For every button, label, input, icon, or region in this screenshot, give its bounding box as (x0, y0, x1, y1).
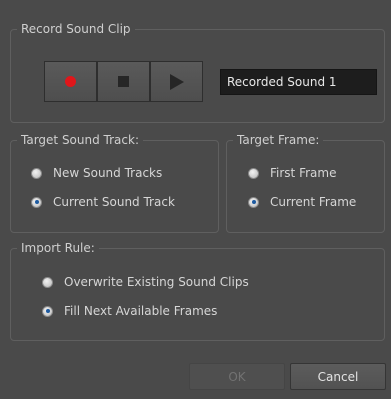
cancel-button[interactable]: Cancel (290, 363, 386, 390)
overwrite-existing-label: Overwrite Existing Sound Clips (64, 275, 249, 289)
target-frame-title: Target Frame: (233, 132, 324, 148)
ok-button[interactable]: OK (189, 363, 285, 390)
new-sound-tracks-option[interactable]: New Sound Tracks (31, 166, 162, 180)
current-sound-track-option[interactable]: Current Sound Track (31, 195, 175, 209)
new-sound-tracks-label: New Sound Tracks (53, 166, 163, 180)
first-frame-radio[interactable] (248, 167, 259, 179)
target-sound-track-group: Target Sound Track: New Sound Tracks Cur… (10, 132, 219, 233)
overwrite-existing-option[interactable]: Overwrite Existing Sound Clips (42, 275, 249, 289)
current-frame-radio[interactable] (248, 196, 259, 208)
fill-next-available-label: Fill Next Available Frames (64, 304, 218, 318)
target-frame-group: Target Frame: First Frame Current Frame (226, 132, 385, 233)
first-frame-option[interactable]: First Frame (248, 166, 336, 180)
fill-next-available-option[interactable]: Fill Next Available Frames (42, 304, 217, 318)
current-frame-option[interactable]: Current Frame (248, 195, 356, 209)
sound-name-input[interactable]: Recorded Sound 1 (220, 69, 377, 95)
current-frame-label: Current Frame (270, 195, 357, 209)
stop-icon (118, 76, 129, 87)
current-sound-track-label: Current Sound Track (53, 195, 175, 209)
first-frame-label: First Frame (270, 166, 337, 180)
record-icon (65, 76, 76, 87)
import-rule-group: Import Rule: Overwrite Existing Sound Cl… (10, 240, 385, 341)
stop-button[interactable] (97, 61, 150, 102)
fill-next-available-radio[interactable] (42, 305, 53, 317)
record-button[interactable] (44, 61, 97, 102)
target-sound-track-title: Target Sound Track: (17, 132, 143, 148)
play-button[interactable] (150, 61, 203, 102)
new-sound-tracks-radio[interactable] (31, 167, 42, 179)
current-sound-track-radio[interactable] (31, 196, 42, 208)
play-icon (169, 73, 184, 90)
import-rule-title: Import Rule: (17, 240, 99, 256)
record-sound-clip-title: Record Sound Clip (17, 21, 135, 37)
overwrite-existing-radio[interactable] (42, 276, 53, 288)
record-sound-clip-group: Record Sound Clip Recorded Sound 1 (10, 21, 385, 123)
